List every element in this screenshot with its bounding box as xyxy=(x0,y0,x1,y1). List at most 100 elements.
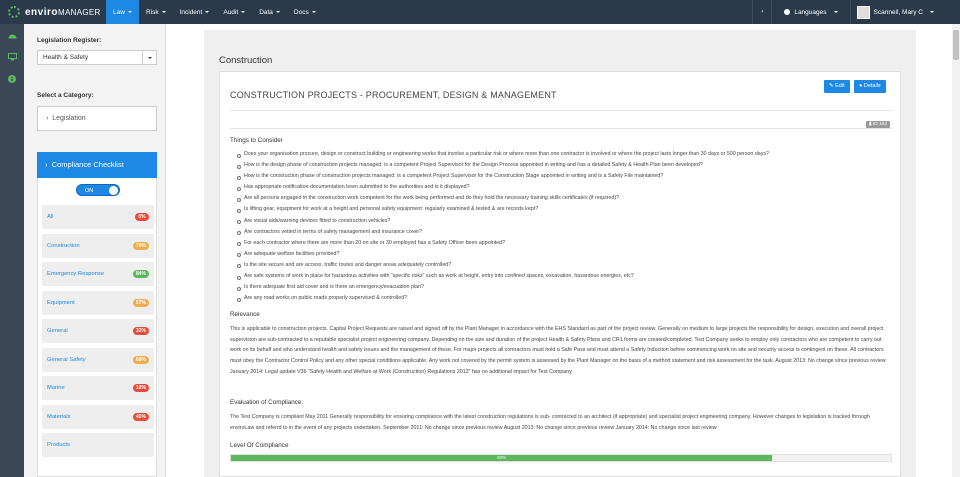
navbar-right: › Languages Scannell, Mary C xyxy=(752,0,960,24)
menu-audit-label: Audit xyxy=(223,8,239,16)
list-item: For each contractor where there are more… xyxy=(236,238,886,249)
caret-down-icon xyxy=(127,11,132,13)
category-name: Marine xyxy=(47,385,65,391)
category-item-materials[interactable]: Materials 45% xyxy=(42,404,154,429)
category-item-general[interactable]: General 32% xyxy=(42,319,154,343)
top-navbar: enviro MANAGER Law Risk Incident Audit Da… xyxy=(0,0,960,24)
level-heading: Level Of Compliance xyxy=(230,442,289,449)
details-button[interactable]: ● Details xyxy=(854,80,886,93)
compliance-checklist-header[interactable]: › Compliance Checklist xyxy=(37,152,157,178)
chevron-down-icon[interactable] xyxy=(142,51,156,64)
compliance-progress-bar: 82% xyxy=(230,454,892,462)
list-item: Is there adequate first aid cover and is… xyxy=(236,282,886,293)
brand-name-part2: MANAGER xyxy=(58,7,101,17)
category-item-marine[interactable]: Marine 18% xyxy=(42,376,154,400)
category-name: Products xyxy=(47,442,70,448)
user-menu[interactable]: Scannell, Mary C xyxy=(849,0,960,24)
compliance-checklist-title: Compliance Checklist xyxy=(51,160,124,169)
category-name: General Safety xyxy=(47,356,86,363)
menu-docs[interactable]: Docs xyxy=(287,0,323,24)
comments-icon: ● xyxy=(859,83,863,89)
logo-icon xyxy=(8,6,20,18)
divider xyxy=(230,110,892,111)
list-item: Are contractors vetted in terms of safet… xyxy=(236,227,886,238)
legislation-label: Legislation xyxy=(52,115,86,122)
category-name: Equipment xyxy=(47,299,75,306)
category-name: General xyxy=(47,328,68,334)
list-item: Does your organisation procure, design o… xyxy=(236,149,886,160)
things-heading: Things to Consider xyxy=(230,137,283,144)
menu-incident[interactable]: Incident xyxy=(173,0,217,24)
caret-down-icon xyxy=(275,11,280,13)
main-menu: Law Risk Incident Audit Data Docs xyxy=(106,0,323,24)
menu-audit[interactable]: Audit xyxy=(216,0,252,24)
languages-menu[interactable]: Languages xyxy=(772,9,849,16)
scrollbar-thumb[interactable] xyxy=(953,30,959,60)
chevron-right-icon: › xyxy=(46,115,49,122)
category-badge: 18% xyxy=(132,384,149,392)
relevance-text: This is applicable to construction proje… xyxy=(230,326,886,375)
card-title: CONSTRUCTION PROJECTS - PROCUREMENT, DES… xyxy=(230,90,557,100)
category-item-emergency-response[interactable]: Emergency Response 84% xyxy=(42,262,154,286)
category-item-general-safety[interactable]: General Safety 68% xyxy=(42,347,154,372)
filter-sidebar: Legislation Register: Health & Safety Se… xyxy=(24,24,166,477)
list-item: Is the site secure and are access, traff… xyxy=(236,260,886,271)
globe-icon xyxy=(784,9,791,15)
category-badge: 0% xyxy=(135,213,149,221)
expand-chevron-icon[interactable]: › xyxy=(752,0,773,24)
caret-down-icon xyxy=(930,11,934,13)
menu-law[interactable]: Law xyxy=(106,0,139,24)
register-select-value: Health & Safety xyxy=(43,54,89,61)
category-name: Construction xyxy=(47,242,80,249)
list-item: Are visual aids/warning devices fitted t… xyxy=(236,216,886,227)
menu-data-label: Data xyxy=(259,8,273,16)
category-label: Select a Category: xyxy=(37,92,94,99)
category-badge: 57% xyxy=(132,298,149,307)
list-item: Are safe systems of work in place for ha… xyxy=(236,271,886,282)
relevance-heading: Relevance xyxy=(230,311,260,318)
edit-button[interactable]: ✎ Edit xyxy=(824,80,850,93)
monitor-icon[interactable] xyxy=(0,46,24,68)
compliance-progress-fill: 82% xyxy=(231,455,773,461)
edit-icon: ✎ xyxy=(829,83,834,89)
info-icon[interactable] xyxy=(0,68,24,90)
menu-data[interactable]: Data xyxy=(252,0,287,24)
category-badge: 84% xyxy=(132,270,149,278)
list-item: Are all persons engaged in the construct… xyxy=(236,193,886,204)
main-content: Construction CONSTRUCTION PROJECTS - PRO… xyxy=(166,24,952,477)
legislation-category[interactable]: › Legislation xyxy=(37,106,157,131)
category-item-all[interactable]: All 0% xyxy=(42,205,154,229)
requirement-card: CONSTRUCTION PROJECTS - PROCUREMENT, DES… xyxy=(219,71,901,477)
compliance-checklist-body: ON All 0% Construction 79% Emergency Respo… xyxy=(37,178,157,477)
list-item: Has appropriate notification documentati… xyxy=(236,182,886,193)
list-item: Are any road works on public roads prope… xyxy=(236,293,886,304)
caret-down-icon xyxy=(833,11,838,13)
avatar xyxy=(856,5,870,19)
details-label: Details xyxy=(863,83,881,89)
caret-down-icon xyxy=(161,11,166,13)
category-badge: 79% xyxy=(132,241,149,250)
caret-down-icon xyxy=(241,11,246,13)
brand-logo[interactable]: enviro MANAGER xyxy=(0,6,106,18)
register-label: Legislation Register: xyxy=(37,37,102,44)
user-name: Scannell, Mary C xyxy=(873,8,924,16)
category-item-equipment[interactable]: Equipment 57% xyxy=(42,290,154,315)
id-badge-text: ID 163 xyxy=(872,122,887,127)
caret-down-icon xyxy=(205,11,210,13)
menu-risk[interactable]: Risk xyxy=(139,0,173,24)
checklist-toggle[interactable]: ON xyxy=(76,184,120,196)
category-item-construction[interactable]: Construction 79% xyxy=(42,233,154,258)
evaluation-text: The Test Company is compliant May 2011 G… xyxy=(230,414,870,431)
register-select[interactable]: Health & Safety xyxy=(37,50,157,65)
list-item: How is the design phase of construction … xyxy=(236,160,886,171)
toggle-knob xyxy=(109,186,118,195)
category-item-products[interactable]: Products xyxy=(42,433,154,457)
page-scrollbar[interactable] xyxy=(952,24,960,477)
menu-risk-label: Risk xyxy=(145,8,159,16)
category-badge: 68% xyxy=(132,355,149,364)
list-item: Is lifting gear, equipment for work at a… xyxy=(236,204,886,215)
menu-incident-label: Incident xyxy=(179,8,203,16)
languages-label: Languages xyxy=(794,8,827,16)
dashboard-icon[interactable] xyxy=(0,24,24,46)
icon-sidebar xyxy=(0,24,24,477)
